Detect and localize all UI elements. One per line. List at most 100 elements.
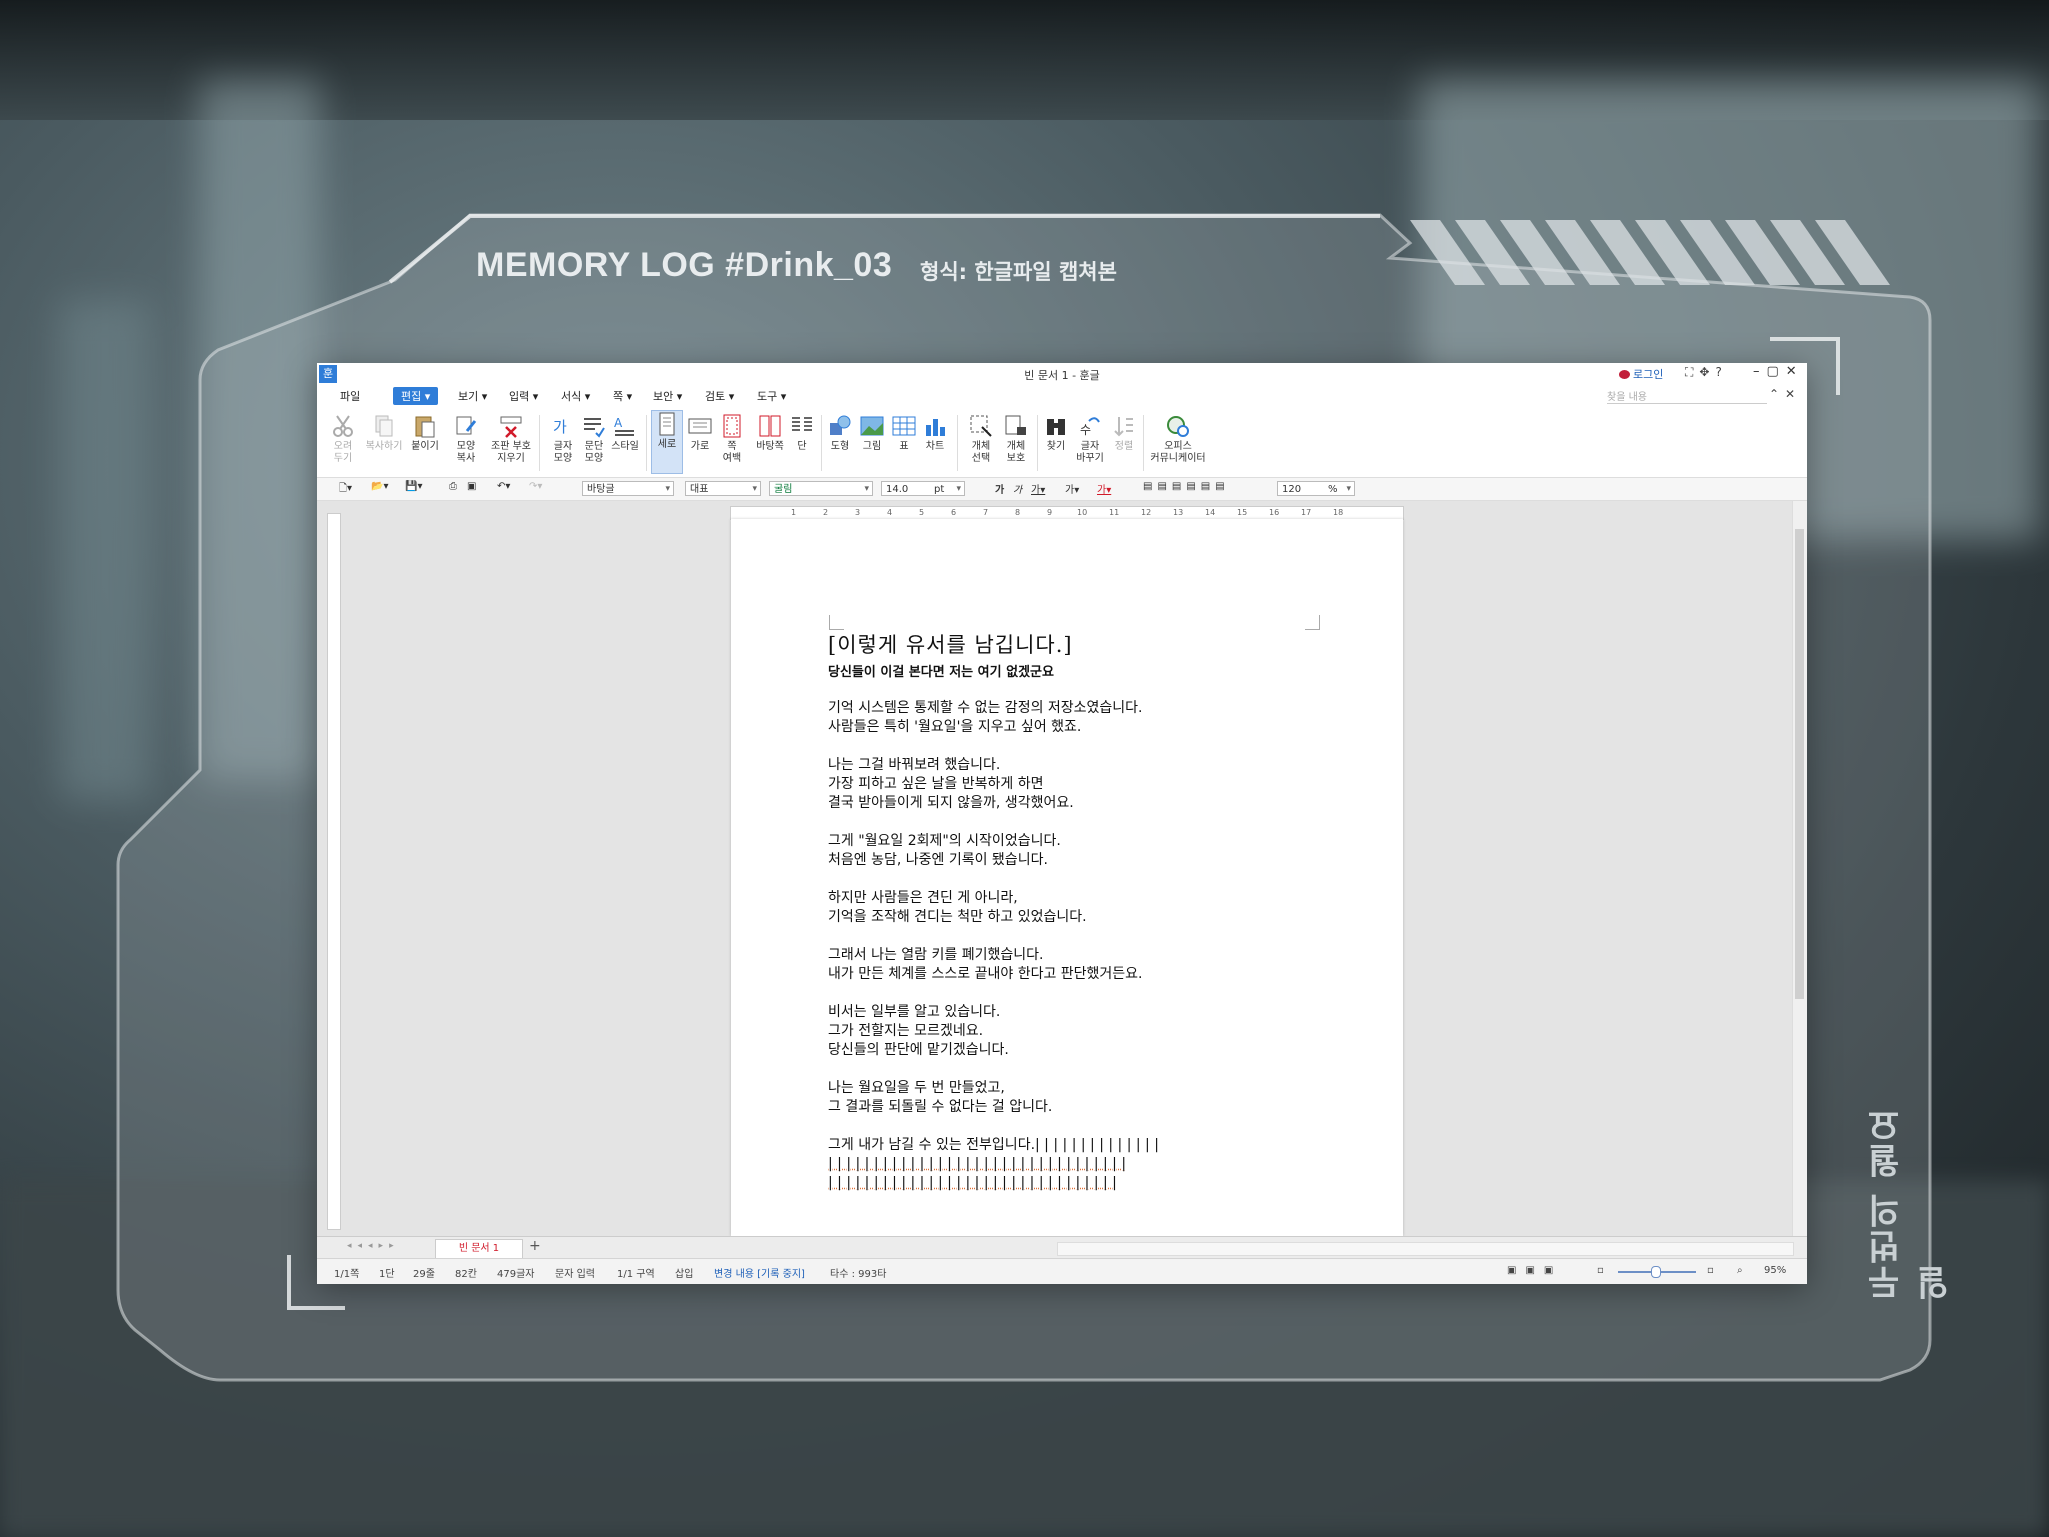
zoom-fit-icon[interactable]: ▫ — [1597, 1265, 1604, 1276]
ribbon-separator — [1037, 415, 1038, 471]
font-size-input[interactable]: 14.0 pt — [881, 481, 965, 497]
status-section: 1/1 구역 — [617, 1269, 655, 1280]
italic-button[interactable]: 가 — [1013, 481, 1022, 496]
font-select[interactable]: 굴림 — [769, 481, 873, 497]
shape-icon — [830, 415, 851, 435]
menu-file[interactable]: 파일 — [340, 388, 360, 404]
status-zoom[interactable]: 95% — [1764, 1265, 1786, 1276]
chart-button[interactable]: 차트 — [920, 413, 950, 453]
style-select[interactable]: 바탕글 — [582, 481, 674, 497]
print-icon[interactable]: ⎙ — [449, 481, 457, 492]
undo-icon[interactable]: ↶▾ — [497, 481, 510, 492]
align-buttons[interactable]: ▤▤▤▤▤▤ — [1143, 481, 1230, 492]
picture-button[interactable]: 그림 — [857, 413, 887, 453]
menu-security[interactable]: 보안 ▾ — [653, 388, 682, 404]
menu-view[interactable]: 보기 ▾ — [458, 388, 487, 404]
document-line: 내가 만든 체계를 스스로 끝내야 한다고 판단했거든요. — [828, 966, 1143, 982]
style-icon: A — [614, 416, 634, 436]
redo-icon[interactable]: ↷▾ — [529, 481, 542, 492]
ribbon-controls[interactable]: ⌃✕ — [1769, 387, 1801, 401]
preview-icon[interactable]: ▣ — [467, 481, 476, 492]
clear-codes-button[interactable]: 조판 부호 지우기 — [488, 413, 534, 465]
status-chars: 479글자 — [497, 1269, 535, 1280]
ribbon-separator — [646, 415, 647, 471]
master-page-icon — [759, 415, 781, 437]
table-button[interactable]: 표 — [889, 413, 919, 453]
underline-button[interactable]: 가▾ — [1031, 481, 1045, 496]
shape-button[interactable]: 도형 — [825, 413, 855, 453]
document-tab[interactable]: 빈 문서 1 — [435, 1239, 523, 1258]
master-page-button[interactable]: 바탕쪽 — [751, 413, 789, 453]
window-controls[interactable]: –▢✕ — [1753, 364, 1804, 379]
view-mode-icons[interactable]: ▣▣▣ — [1507, 1265, 1562, 1276]
horizontal-scrollbar[interactable] — [1057, 1242, 1794, 1256]
vertical-scrollbar[interactable] — [1792, 501, 1807, 1236]
menu-tools[interactable]: 도구 ▾ — [757, 388, 786, 404]
ribbon-separator — [957, 415, 958, 471]
font-color-button[interactable]: 가▾ — [1097, 481, 1111, 496]
select-object-button[interactable]: 개체 선택 — [962, 413, 1000, 465]
open-folder-icon[interactable]: 📂▾ — [371, 481, 388, 492]
document-line: 가장 피하고 싶은 날을 반복하게 하면 — [828, 776, 1044, 792]
strike-button[interactable]: 가▾ — [1065, 481, 1079, 496]
office-communicator-button[interactable]: 오피스 커뮤니케이터 — [1147, 413, 1209, 465]
tab-nav-arrows[interactable]: ◂◂◂▸▸ — [347, 1241, 400, 1251]
bold-button[interactable]: 가 — [995, 481, 1004, 496]
document-line: 하지만 사람들은 견딘 게 아니라, — [828, 890, 1018, 906]
document-workspace[interactable]: 1 2 3 4 5 6 7 8 9 10 11 12 13 14 15 16 17 18 [이렇게 유서를 남깁니… — [317, 501, 1807, 1236]
document-line: 당신들의 판단에 맡기겠습니다. — [828, 1042, 1009, 1058]
picture-icon — [860, 416, 884, 436]
line-spacing-input[interactable]: 120% — [1277, 481, 1355, 497]
copy-button[interactable]: 복사하기 — [365, 413, 403, 453]
title-bar: 훈 빈 문서 1 - 훈글 로그인 ⛶✥? –▢✕ — [317, 363, 1807, 386]
page-margin-button[interactable]: 쪽 여백 — [717, 413, 747, 465]
svg-text:A: A — [614, 416, 623, 430]
title-tools[interactable]: ⛶✥? — [1685, 365, 1728, 380]
save-icon[interactable]: 💾▾ — [405, 481, 422, 492]
add-tab-button[interactable]: + — [529, 1238, 541, 1254]
document-title: [이렇게 유서를 남깁니다.] — [828, 633, 1073, 657]
scroll-thumb[interactable] — [1795, 529, 1804, 999]
zoom-slider-handle[interactable] — [1651, 1266, 1661, 1278]
menu-edit[interactable]: 편집 ▾ — [393, 387, 439, 405]
menu-review[interactable]: 검토 ▾ — [705, 388, 734, 404]
document-line: 기억을 조작해 견디는 척만 하고 있었습니다. — [828, 909, 1087, 925]
cut-button[interactable]: 오려 두기 — [324, 413, 362, 465]
select-object-icon — [970, 415, 992, 437]
document-line: | | | | | | | | | | | | | | | | | | | | … — [828, 1156, 1127, 1172]
portrait-button[interactable]: 세로 — [651, 410, 683, 474]
vertical-ruler — [327, 513, 341, 1230]
search-input[interactable]: 찾을 내용 — [1607, 388, 1767, 404]
sort-button[interactable]: 정렬 — [1109, 413, 1139, 453]
magnifier-icon[interactable]: ⌕ — [1737, 1265, 1743, 1276]
zoom-page-icon[interactable]: ▫ — [1707, 1265, 1714, 1276]
margin-icon — [723, 414, 741, 438]
new-document-icon[interactable]: 🗋▾ — [339, 481, 352, 498]
paste-icon — [415, 416, 435, 438]
menu-bar: 파일 편집 ▾ 보기 ▾ 입력 ▾ 서식 ▾ 쪽 ▾ 보안 ▾ 검토 ▾ 도구 … — [317, 385, 1807, 407]
document-line: 결국 받아들이게 되지 않을까, 생각했어요. — [828, 795, 1074, 811]
status-insert[interactable]: 삽입 — [675, 1265, 693, 1280]
status-input-mode[interactable]: 문자 입력 — [555, 1265, 595, 1280]
menu-format[interactable]: 서식 ▾ — [561, 388, 590, 404]
format-copy-button[interactable]: 모양 복사 — [447, 413, 485, 465]
document-body[interactable]: [이렇게 유서를 남깁니다.] 당신들이 이걸 본다면 저는 여기 없겠군요 기… — [828, 629, 1308, 1193]
paste-button[interactable]: 붙이기 — [406, 413, 444, 453]
document-line: 나는 그걸 바꿔보려 했습니다. — [828, 757, 1001, 773]
style-button[interactable]: A 스타일 — [606, 413, 644, 453]
login-button[interactable]: 로그인 — [1619, 366, 1663, 382]
format-painter-icon — [456, 416, 477, 435]
language-select[interactable]: 대표 — [685, 481, 761, 497]
menu-insert[interactable]: 입력 ▾ — [509, 388, 538, 404]
find-button[interactable]: 찾기 — [1041, 413, 1071, 453]
replace-char-button[interactable]: 수 글자 바꾸기 — [1073, 413, 1107, 465]
protect-object-button[interactable]: 개체 보호 — [997, 413, 1035, 465]
landscape-button[interactable]: 가로 — [685, 413, 715, 453]
document-page[interactable]: [이렇게 유서를 남깁니다.] 당신들이 이걸 본다면 저는 여기 없겠군요 기… — [731, 519, 1403, 1236]
menu-page[interactable]: 쪽 ▾ — [613, 388, 632, 404]
status-track-changes[interactable]: 변경 내용 [기록 중지] — [714, 1265, 805, 1280]
status-page: 1/1쪽 — [334, 1269, 360, 1280]
columns-button[interactable]: 단 — [787, 413, 817, 453]
copy-icon — [375, 415, 393, 437]
communicator-icon — [1167, 416, 1189, 437]
